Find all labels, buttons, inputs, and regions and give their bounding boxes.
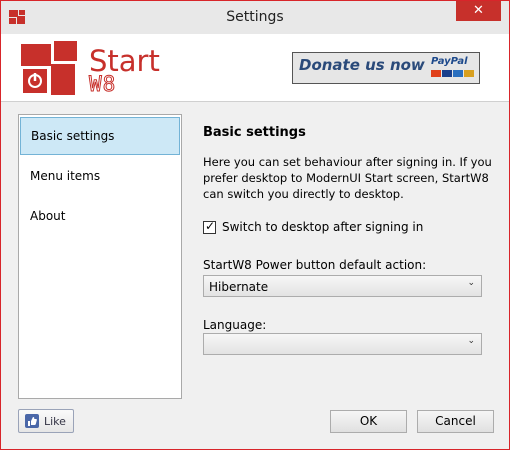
donate-paypal-button[interactable]: Donate us now PayPal (292, 52, 480, 84)
power-action-value: Hibernate (209, 280, 269, 294)
credit-cards-icon (431, 70, 475, 80)
sidebar-item-about[interactable]: About (20, 197, 180, 235)
donate-label: Donate us now (299, 56, 425, 74)
paypal-label: PayPal (431, 56, 468, 67)
section-description: Here you can set behaviour after signing… (203, 155, 492, 201)
switch-to-desktop-label[interactable]: Switch to desktop after signing in (222, 220, 423, 234)
startw8-logo-icon (21, 41, 77, 95)
check-icon: ✓ (205, 219, 216, 233)
settings-window: Settings ✕ Start W8 Donate us now PayPal… (0, 0, 510, 450)
facebook-like-button[interactable]: Like (18, 409, 74, 433)
section-title: Basic settings (203, 125, 306, 140)
chevron-down-icon: ⌄ (467, 336, 475, 346)
title-bar[interactable]: Settings ✕ (1, 1, 509, 34)
thumbs-up-icon (25, 414, 39, 428)
sidebar-item-basic-settings[interactable]: Basic settings (20, 117, 180, 155)
language-dropdown[interactable]: ⌄ (203, 333, 482, 355)
chevron-down-icon: ⌄ (467, 278, 475, 288)
like-label: Like (44, 415, 66, 428)
switch-to-desktop-checkbox[interactable]: ✓ (203, 219, 216, 234)
close-button[interactable]: ✕ (456, 1, 501, 21)
power-action-label: StartW8 Power button default action: (203, 258, 427, 272)
sidebar-item-menu-items[interactable]: Menu items (20, 157, 180, 195)
ok-button[interactable]: OK (330, 410, 407, 433)
cancel-button[interactable]: Cancel (417, 410, 494, 433)
logo-text-w8: W8 (88, 72, 117, 97)
window-title: Settings (226, 9, 284, 25)
power-action-dropdown[interactable]: Hibernate ⌄ (203, 275, 482, 297)
language-label: Language: (203, 318, 267, 332)
settings-navigation: Basic settings Menu items About (18, 114, 182, 399)
header-banner: Start W8 Donate us now PayPal (1, 34, 509, 102)
